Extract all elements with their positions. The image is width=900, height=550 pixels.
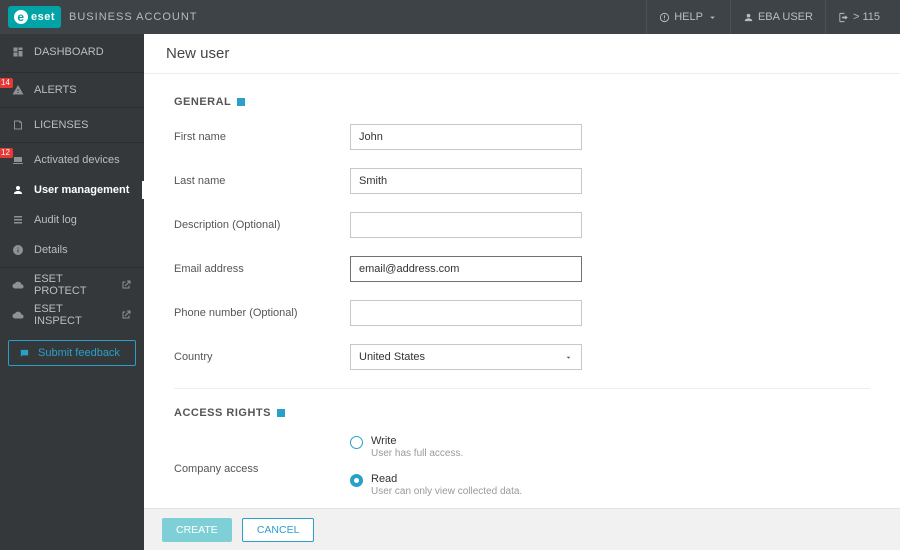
sidebar-item-dashboard[interactable]: DASHBOARD [0,34,144,70]
sidebar-item-label: ALERTS [34,84,77,96]
user-label: EBA USER [758,11,813,23]
sidebar-item-label: Activated devices [34,154,120,166]
devices-icon [12,154,24,166]
app-title: BUSINESS ACCOUNT [69,11,197,23]
sidebar-item-licenses[interactable]: LICENSES [0,110,144,140]
external-link-icon [120,279,132,291]
brand-logo-text: eset [31,11,55,23]
section-access-label: ACCESS RIGHTS [174,407,271,419]
user-icon [743,12,754,23]
user-menu[interactable]: EBA USER [730,0,825,34]
create-button[interactable]: CREATE [162,518,232,542]
country-value: United States [359,351,425,363]
brand-logo: e eset [8,6,61,28]
company-access-write-radio[interactable]: Write User has full access. [350,435,870,459]
label-phone: Phone number (Optional) [174,307,350,319]
sidebar-item-label: ESET INSPECT [34,303,110,327]
section-general-label: GENERAL [174,96,231,108]
main-panel: New user GENERAL First name Last name De… [144,34,900,550]
label-email: Email address [174,263,350,275]
label-last-name: Last name [174,175,350,187]
cancel-button[interactable]: CANCEL [242,518,315,542]
country-select[interactable]: United States [350,344,582,370]
alert-icon [12,84,24,96]
chevron-down-icon [707,12,718,23]
phone-input[interactable] [350,300,582,326]
email-input[interactable] [350,256,582,282]
dashboard-icon [12,46,24,58]
section-marker-icon [237,98,245,106]
logout-button[interactable]: > 115 [825,0,892,34]
help-icon [659,12,670,23]
log-icon [12,214,24,226]
chat-icon [19,348,30,359]
sidebar-item-user-management[interactable]: User management [0,175,144,205]
label-first-name: First name [174,131,350,143]
external-link-icon [120,309,132,321]
logout-count: > 115 [853,11,880,23]
radio-icon [350,436,363,449]
sidebar-item-label: ESET PROTECT [34,273,110,297]
sidebar-item-label: Audit log [34,214,77,226]
sidebar-item-label: LICENSES [34,119,88,131]
license-icon [12,119,24,131]
radio-desc: User can only view collected data. [371,486,522,497]
radio-title: Write [371,435,463,447]
users-icon [12,184,24,196]
sidebar-item-details[interactable]: Details [0,235,144,265]
description-input[interactable] [350,212,582,238]
sidebar-item-alerts[interactable]: 14 ALERTS [0,75,144,105]
feedback-label: Submit feedback [38,347,120,359]
cloud-icon [12,309,24,321]
section-marker-icon [277,409,285,417]
cloud-icon [12,279,24,291]
label-company-access: Company access [174,463,350,475]
section-general: GENERAL [174,96,870,108]
help-label: HELP [674,11,703,23]
cancel-label: CANCEL [257,524,300,536]
page-title: New user [144,34,900,74]
sidebar-item-activated-devices[interactable]: 12 Activated devices [0,145,144,175]
divider [174,388,870,389]
logout-icon [838,12,849,23]
create-label: CREATE [176,524,218,536]
sidebar-item-label: User management [34,184,129,196]
form-area[interactable]: GENERAL First name Last name Description… [144,74,900,508]
footer-bar: CREATE CANCEL [144,508,900,550]
first-name-input[interactable] [350,124,582,150]
sidebar-item-eset-protect[interactable]: ESET PROTECT [0,270,144,300]
info-icon [12,244,24,256]
top-bar: e eset BUSINESS ACCOUNT HELP EBA USER > … [0,0,900,34]
alerts-badge: 14 [0,78,13,88]
section-access-rights: ACCESS RIGHTS [174,407,870,419]
sidebar: DASHBOARD 14 ALERTS LICENSES 12 Activate… [0,34,144,550]
company-access-read-radio[interactable]: Read User can only view collected data. [350,473,870,497]
radio-title: Read [371,473,522,485]
brand-logo-icon: e [14,10,28,24]
sidebar-item-audit-log[interactable]: Audit log [0,205,144,235]
radio-desc: User has full access. [371,448,463,459]
sidebar-item-label: Details [34,244,68,256]
submit-feedback-button[interactable]: Submit feedback [8,340,136,366]
activated-badge: 12 [0,148,13,158]
label-description: Description (Optional) [174,219,350,231]
help-button[interactable]: HELP [646,0,730,34]
label-country: Country [174,351,350,363]
last-name-input[interactable] [350,168,582,194]
chevron-down-icon [564,353,573,362]
sidebar-item-label: DASHBOARD [34,46,104,58]
radio-icon [350,474,363,487]
sidebar-item-eset-inspect[interactable]: ESET INSPECT [0,300,144,330]
